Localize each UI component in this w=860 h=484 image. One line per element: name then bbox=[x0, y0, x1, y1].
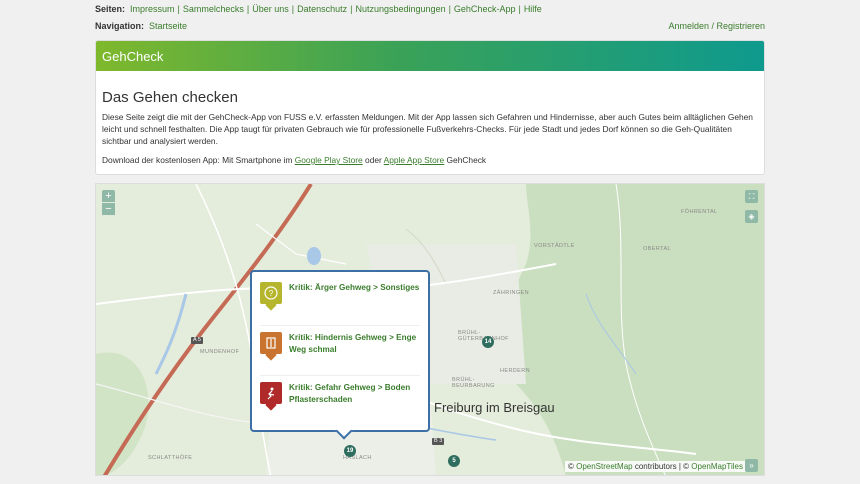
link-ueber-uns[interactable]: Über uns bbox=[252, 4, 289, 14]
road-shield: A 5 bbox=[191, 337, 203, 344]
pages-nav: Seiten: Impressum | Sammelchecks | Über un… bbox=[95, 4, 542, 14]
link-gehcheck-app[interactable]: GehCheck-App bbox=[454, 4, 516, 14]
cluster-marker[interactable]: 5 bbox=[448, 455, 460, 467]
place-label: OBERTAL bbox=[643, 246, 671, 252]
svg-text:?: ? bbox=[269, 289, 274, 298]
openmaptiles-link[interactable]: OpenMapTiles bbox=[691, 462, 743, 471]
pages-label: Seiten: bbox=[95, 4, 126, 14]
place-label: FÖHRENTAL bbox=[681, 209, 718, 215]
place-label: HERDERN bbox=[500, 368, 530, 374]
link-nutzungsbedingungen[interactable]: Nutzungsbedingungen bbox=[356, 4, 446, 14]
page-heading: Das Gehen checken bbox=[102, 89, 238, 106]
place-label: VORSTÄDTLE bbox=[534, 243, 575, 249]
narrow-path-icon bbox=[260, 332, 282, 361]
road-shield: B 3 bbox=[432, 438, 445, 445]
popup-item[interactable]: Kritik: Gefahr Gehweg > Boden Pflastersc… bbox=[260, 376, 420, 426]
place-label: SCHLATTHÖFE bbox=[148, 455, 193, 461]
place-label: ZÄHRINGEN bbox=[493, 290, 529, 296]
intro-card: GehCheck Das Gehen checken Diese Seite z… bbox=[95, 40, 765, 175]
marker-popup: ? Kritik: Ärger Gehweg > Sonstiges Kriti… bbox=[250, 270, 430, 432]
cluster-marker[interactable]: 14 bbox=[482, 336, 494, 348]
map-view[interactable]: + − ⛶ ◈ FÖHRENTAL VORSTÄDTLE OBERTAL ZÄH… bbox=[95, 183, 765, 476]
link-startseite[interactable]: Startseite bbox=[149, 21, 187, 31]
google-play-link[interactable]: Google Play Store bbox=[295, 155, 363, 165]
place-label: MUNDENHOF bbox=[200, 349, 240, 355]
link-impressum[interactable]: Impressum bbox=[130, 4, 175, 14]
place-label: BRÜHL-BEURBARUNG bbox=[452, 377, 495, 389]
cluster-marker[interactable]: 19 bbox=[344, 445, 356, 457]
popup-item[interactable]: ? Kritik: Ärger Gehweg > Sonstiges bbox=[260, 276, 420, 326]
fullscreen-icon[interactable]: ⛶ bbox=[745, 190, 758, 203]
intro-text: Diese Seite zeigt die mit der GehCheck-A… bbox=[102, 112, 753, 146]
card-title: GehCheck bbox=[96, 41, 764, 71]
attribution-toggle-icon[interactable]: » bbox=[745, 459, 758, 472]
nav-label: Navigation: bbox=[95, 21, 145, 31]
download-text: Download der kostenlosen App: Mit Smartp… bbox=[102, 155, 487, 165]
zoom-in-button[interactable]: + bbox=[102, 190, 115, 203]
login-register-link[interactable]: Anmelden / Registrieren bbox=[668, 21, 765, 31]
map-attribution: © OpenStreetMap contributors | © OpenMap… bbox=[564, 461, 746, 472]
popup-item[interactable]: Kritik: Hindernis Gehweg > Enge Weg schm… bbox=[260, 326, 420, 376]
link-sammelchecks[interactable]: Sammelchecks bbox=[183, 4, 244, 14]
city-label: Freiburg im Breisgau bbox=[434, 400, 555, 415]
zoom-out-button[interactable]: − bbox=[102, 203, 115, 216]
popup-item-label: Kritik: Gefahr Gehweg > Boden Pflastersc… bbox=[289, 383, 411, 404]
popup-item-label: Kritik: Hindernis Gehweg > Enge Weg schm… bbox=[289, 333, 417, 354]
map-background bbox=[96, 184, 764, 475]
apple-store-link[interactable]: Apple App Store bbox=[384, 155, 445, 165]
layers-icon[interactable]: ◈ bbox=[745, 210, 758, 223]
link-hilfe[interactable]: Hilfe bbox=[524, 4, 542, 14]
popup-item-label: Kritik: Ärger Gehweg > Sonstiges bbox=[289, 283, 420, 292]
link-datenschutz[interactable]: Datenschutz bbox=[297, 4, 347, 14]
zoom-controls: + − bbox=[102, 190, 115, 216]
trip-hazard-icon bbox=[260, 382, 282, 411]
osm-link[interactable]: OpenStreetMap bbox=[576, 462, 632, 471]
main-nav: Navigation: Startseite Anmelden / Regist… bbox=[95, 19, 765, 33]
question-icon: ? bbox=[260, 282, 282, 311]
